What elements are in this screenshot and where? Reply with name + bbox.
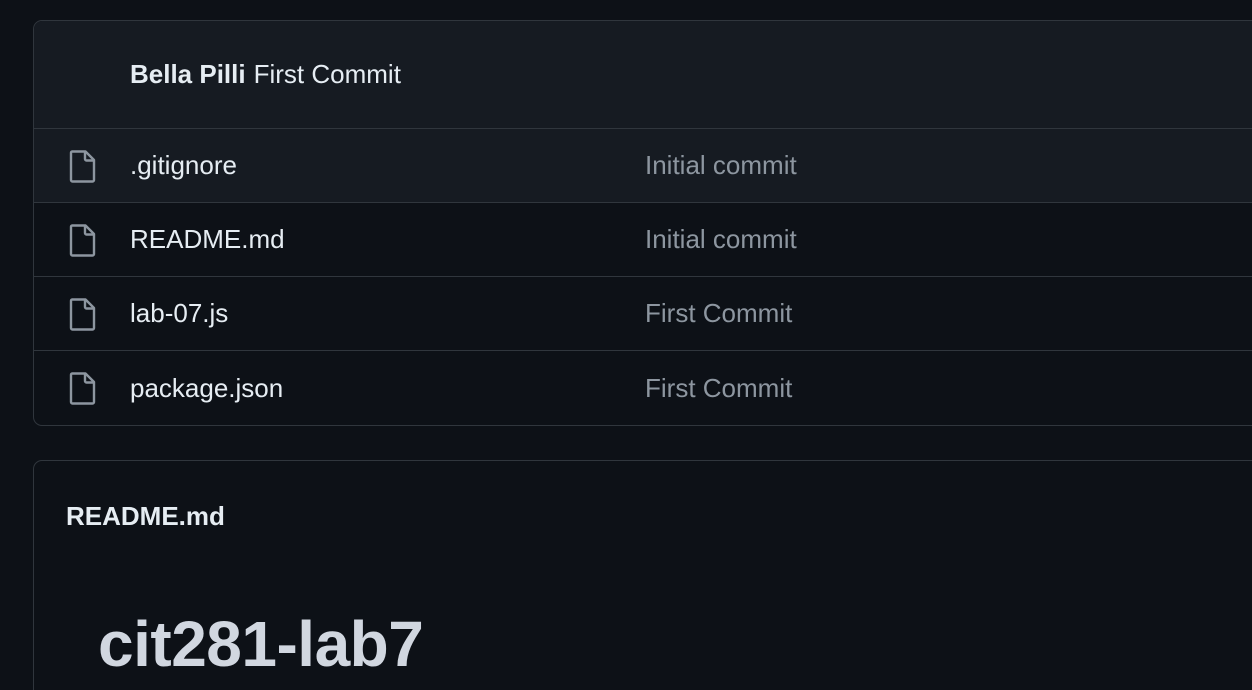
file-listing-table: Bella Pilli First Commit .gitignore Init… [33,20,1252,426]
commit-message[interactable]: First Commit [254,59,401,90]
readme-filename-link[interactable]: README.md [66,501,225,532]
file-icon [68,371,98,405]
file-commit-link[interactable]: Initial commit [645,224,797,255]
repository-page: Bella Pilli First Commit .gitignore Init… [0,0,1252,690]
readme-heading: cit281-lab7 [98,608,424,680]
file-name-link[interactable]: package.json [130,373,283,404]
file-icon [68,297,98,331]
file-commit-link[interactable]: First Commit [645,373,792,404]
file-icon [68,223,98,257]
table-row[interactable]: .gitignore Initial commit [34,129,1252,203]
latest-commit-bar: Bella Pilli First Commit [34,21,1252,129]
file-icon [68,149,98,183]
commit-author[interactable]: Bella Pilli [130,59,246,90]
file-commit-link[interactable]: Initial commit [645,150,797,181]
table-row[interactable]: README.md Initial commit [34,203,1252,277]
readme-panel: README.md cit281-lab7 [33,460,1252,690]
file-commit-link[interactable]: First Commit [645,298,792,329]
file-name-link[interactable]: README.md [130,224,285,255]
file-name-link[interactable]: .gitignore [130,150,237,181]
table-row[interactable]: lab-07.js First Commit [34,277,1252,351]
table-row[interactable]: package.json First Commit [34,351,1252,425]
file-name-link[interactable]: lab-07.js [130,298,228,329]
